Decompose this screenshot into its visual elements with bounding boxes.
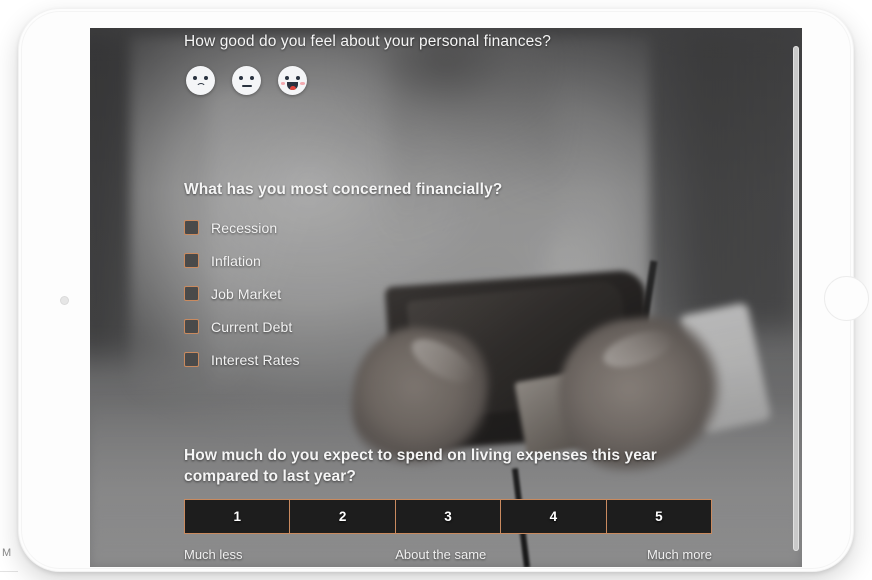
question-2-checkbox-list: Recession Inflation Job Market Current D… xyxy=(184,211,300,376)
mouth-flat xyxy=(241,85,252,87)
likert-option-1[interactable]: 1 xyxy=(184,499,290,534)
checkbox-current-debt[interactable] xyxy=(184,319,199,334)
checkbox-recession[interactable] xyxy=(184,220,199,235)
background-fragment-text: M xyxy=(2,547,12,559)
likert-option-2[interactable]: 2 xyxy=(289,499,395,534)
eye-right xyxy=(249,76,254,81)
home-button[interactable] xyxy=(824,276,869,321)
question-3-title: How much do you expect to spend on livin… xyxy=(184,447,657,485)
checkbox-label-recession: Recession xyxy=(211,219,278,236)
likert-anchor-mid: About the same xyxy=(395,547,487,562)
checkbox-row-recession[interactable]: Recession xyxy=(184,211,300,244)
eye-right xyxy=(295,76,300,81)
likert-anchor-high: Much more xyxy=(646,547,712,562)
likert-option-4[interactable]: 4 xyxy=(500,499,606,534)
checkbox-row-job-market[interactable]: Job Market xyxy=(184,277,300,310)
background-fragment-divider xyxy=(0,571,18,572)
mouth-frown xyxy=(195,83,206,90)
question-1-title: How good do you feel about your personal… xyxy=(184,33,551,50)
tablet-screen: How good do you feel about your personal… xyxy=(90,28,802,567)
eye-left xyxy=(285,76,290,81)
eye-right xyxy=(203,76,208,81)
survey-form: How good do you feel about your personal… xyxy=(90,28,802,567)
checkbox-label-current-debt: Current Debt xyxy=(211,318,293,335)
sad-face-icon[interactable] xyxy=(186,66,215,95)
mouth-open-smile xyxy=(287,82,298,90)
blush-right xyxy=(300,82,305,85)
eye-left xyxy=(193,76,198,81)
page-root: M How good do you feel about your person… xyxy=(0,0,872,580)
eye-left xyxy=(239,76,244,81)
checkbox-label-inflation: Inflation xyxy=(211,252,261,269)
likert-option-3[interactable]: 3 xyxy=(394,499,501,534)
likert-option-5[interactable]: 5 xyxy=(605,499,713,534)
checkbox-inflation[interactable] xyxy=(184,253,199,268)
tablet-device-frame: How good do you feel about your personal… xyxy=(18,8,869,572)
checkbox-label-interest-rates: Interest Rates xyxy=(211,351,300,368)
likert-anchor-low: Much less xyxy=(184,547,243,562)
vertical-scrollbar-thumb[interactable] xyxy=(793,46,799,551)
question-2-title: What has you most concerned financially? xyxy=(184,181,503,198)
vertical-scrollbar-track[interactable] xyxy=(793,46,799,551)
background-page-fragment: M xyxy=(0,546,18,580)
likert-anchor-labels: Much less About the same Much more xyxy=(184,547,712,562)
checkbox-job-market[interactable] xyxy=(184,286,199,301)
checkbox-row-inflation[interactable]: Inflation xyxy=(184,244,300,277)
checkbox-row-current-debt[interactable]: Current Debt xyxy=(184,310,300,343)
checkbox-label-job-market: Job Market xyxy=(211,285,282,302)
front-camera-icon xyxy=(60,296,69,305)
checkbox-row-interest-rates[interactable]: Interest Rates xyxy=(184,343,300,376)
question-3-likert-scale: 1 2 3 4 5 xyxy=(184,499,713,534)
question-1-emoji-options xyxy=(186,66,307,95)
checkbox-interest-rates[interactable] xyxy=(184,352,199,367)
tongue xyxy=(289,86,296,90)
neutral-face-icon[interactable] xyxy=(232,66,261,95)
happy-face-icon[interactable] xyxy=(278,66,307,95)
blush-left xyxy=(280,82,285,85)
